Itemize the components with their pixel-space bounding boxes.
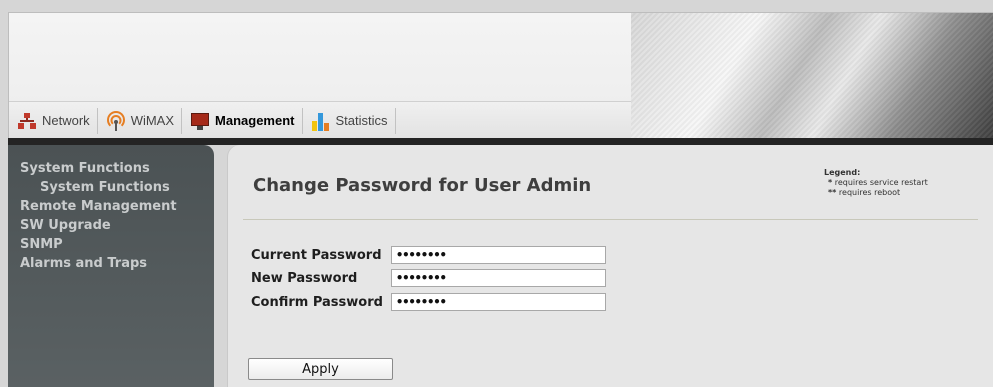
new-password-row: New Password <box>251 268 606 288</box>
tab-statistics-label: Statistics <box>335 113 388 128</box>
current-password-input[interactable] <box>391 246 606 264</box>
legend-reboot-text: requires reboot <box>838 188 901 197</box>
legend-reboot: ** requires reboot <box>824 188 928 198</box>
sidebar-item-sw-upgrade[interactable]: SW Upgrade <box>8 216 214 235</box>
confirm-password-row: Confirm Password <box>251 292 606 312</box>
management-icon <box>190 111 210 131</box>
apply-button[interactable]: Apply <box>248 358 393 380</box>
new-password-input[interactable] <box>391 269 606 287</box>
sidebar-item-remote-management[interactable]: Remote Management <box>8 197 214 216</box>
current-password-label: Current Password <box>251 247 382 263</box>
header-divider-bar <box>8 138 993 145</box>
sidebar-subitem-system-functions[interactable]: System Functions <box>8 178 214 197</box>
tab-wimax-label: WiMAX <box>130 113 175 128</box>
tab-management[interactable]: Management <box>182 107 303 134</box>
legend-restart: * requires service restart <box>824 178 928 188</box>
sidebar-item-system-functions[interactable]: System Functions <box>8 159 214 178</box>
sidebar-item-snmp[interactable]: SNMP <box>8 235 214 254</box>
tab-wimax[interactable]: WiMAX <box>98 107 183 134</box>
main-navigation: Network WiMAX Management Statistics <box>9 101 631 139</box>
header: Network WiMAX Management Statistics <box>8 12 993 139</box>
wimax-icon <box>106 110 126 131</box>
legend-reboot-mark: ** <box>828 188 837 197</box>
legend: Legend: * requires service restart ** re… <box>824 168 928 198</box>
confirm-password-label: Confirm Password <box>251 294 383 310</box>
tab-network[interactable]: Network <box>9 107 98 134</box>
header-banner-art <box>631 13 993 139</box>
new-password-label: New Password <box>251 270 358 286</box>
page-title: Change Password for User Admin <box>253 175 592 196</box>
title-divider <box>243 219 978 220</box>
tab-management-label: Management <box>215 113 295 128</box>
main-panel: Change Password for User Admin Legend: *… <box>228 145 993 387</box>
sidebar-item-alarms-and-traps[interactable]: Alarms and Traps <box>8 254 214 273</box>
confirm-password-input[interactable] <box>391 293 606 311</box>
sidebar: System Functions System Functions Remote… <box>8 145 214 387</box>
legend-restart-mark: * <box>828 178 833 187</box>
legend-title: Legend: <box>824 168 861 177</box>
tab-statistics[interactable]: Statistics <box>303 107 396 134</box>
network-icon <box>17 111 37 131</box>
current-password-row: Current Password <box>251 245 606 265</box>
statistics-icon <box>311 111 331 131</box>
tab-network-label: Network <box>42 113 90 128</box>
legend-restart-text: requires service restart <box>834 178 928 187</box>
